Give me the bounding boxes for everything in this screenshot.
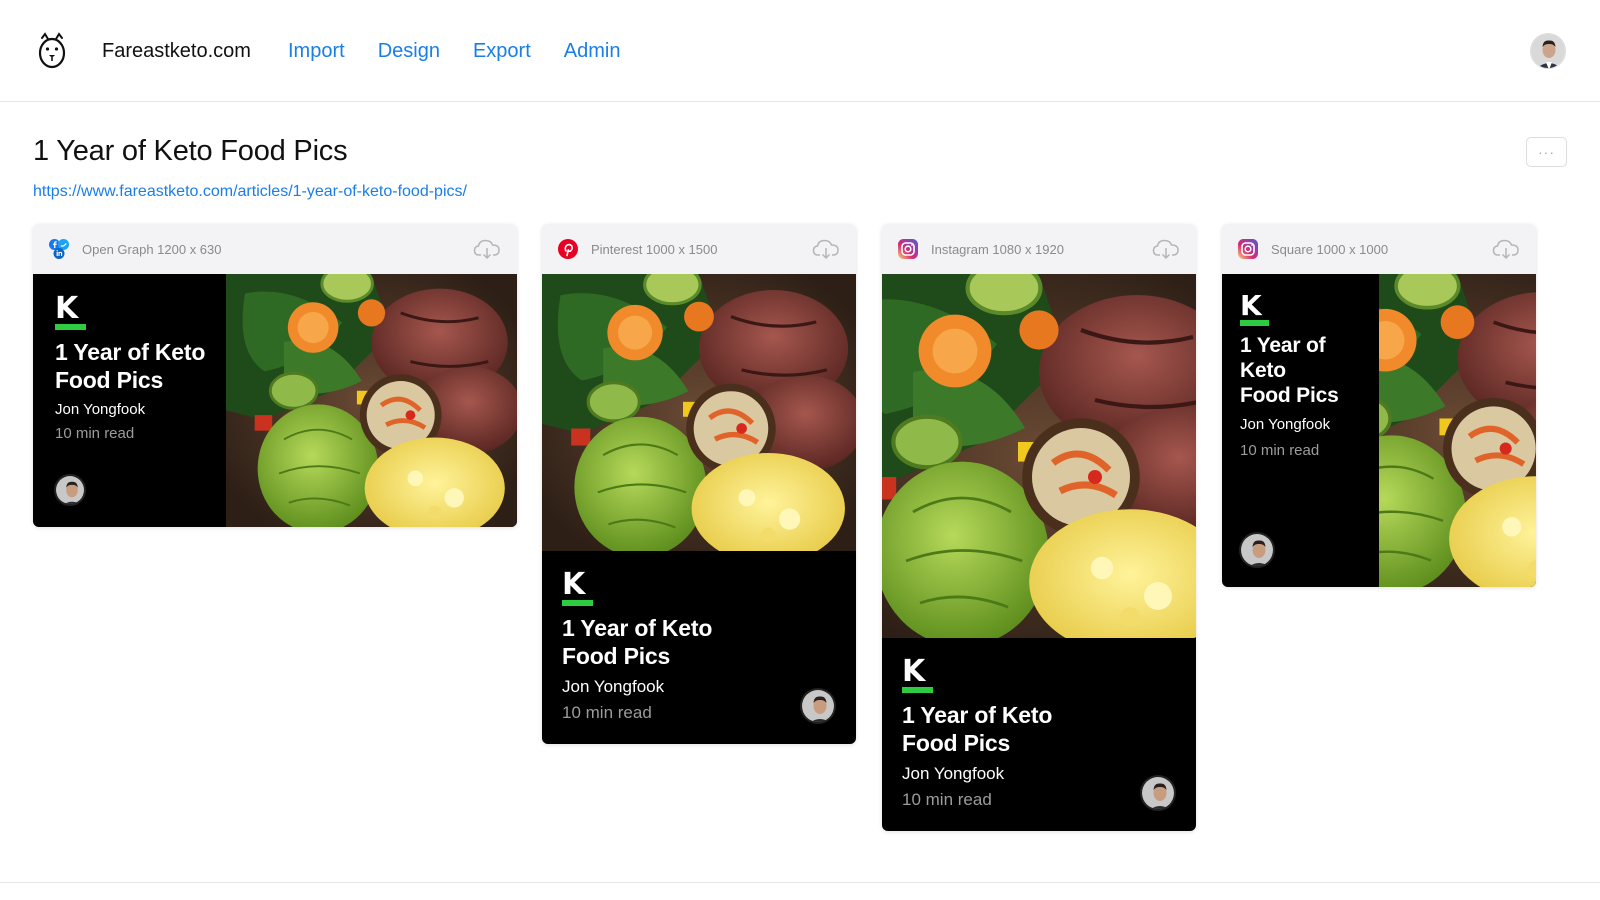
card-author: Jon Yongfook — [1240, 416, 1331, 433]
card-title: 1 Year of Keto Food Pics — [562, 615, 713, 669]
card-header: Instagram 1080 x 1920 — [882, 224, 1196, 274]
social-combo-icon — [48, 238, 70, 260]
brand-k-logo: K — [562, 570, 593, 606]
card-instagram: Instagram 1080 x 1920 K 1 Year of Keto Fo… — [882, 224, 1196, 831]
card-header: Pinterest 1000 x 1500 — [542, 224, 856, 274]
card-read-time: 10 min read — [902, 790, 992, 809]
card-open-graph: Open Graph 1200 x 630 K 1 Year of Keto Fo… — [33, 224, 517, 527]
nav-import[interactable]: Import — [288, 40, 345, 63]
card-preview[interactable]: K 1 Year of Keto Food Pics Jon Yongfook 10… — [1222, 274, 1536, 587]
top-navigation-bar: Fareastketo.com Import Design Export Adm… — [0, 0, 1600, 102]
download-cloud-icon[interactable] — [1152, 237, 1180, 261]
footer-divider — [0, 882, 1600, 883]
format-label: Square 1000 x 1000 — [1271, 241, 1389, 257]
card-author: Jon Yongfook — [55, 401, 146, 418]
ellipsis-icon: ··· — [1538, 144, 1555, 160]
download-cloud-icon[interactable] — [812, 237, 840, 261]
card-preview[interactable]: K 1 Year of Keto Food Pics Jon Yongfook 1… — [882, 274, 1196, 831]
card-pinterest: Pinterest 1000 x 1500 K 1 Year of Keto Fo… — [542, 224, 856, 744]
user-avatar[interactable] — [1530, 33, 1566, 69]
instagram-icon — [1237, 238, 1259, 260]
bear-logo-icon[interactable] — [36, 32, 68, 70]
format-label: Instagram 1080 x 1920 — [931, 241, 1064, 257]
brand-k-logo: K — [902, 657, 933, 693]
brand-k-logo: K — [55, 294, 86, 330]
more-options-button[interactable]: ··· — [1526, 137, 1567, 167]
card-preview[interactable]: K 1 Year of Keto Food Pics Jon Yongfook 1… — [542, 274, 856, 744]
card-title: 1 Year of Keto Food Pics — [1240, 334, 1339, 407]
card-square: Square 1000 x 1000 K 1 Year of Keto Food P… — [1222, 224, 1536, 587]
food-photo — [542, 274, 856, 551]
author-avatar — [1239, 532, 1275, 568]
card-title: 1 Year of Keto Food Pics — [55, 339, 206, 393]
author-avatar — [800, 688, 836, 724]
format-label: Open Graph 1200 x 630 — [82, 241, 222, 257]
site-name[interactable]: Fareastketo.com — [102, 40, 251, 63]
food-photo — [1379, 274, 1536, 587]
card-read-time: 10 min read — [1240, 442, 1320, 459]
author-avatar — [1140, 775, 1176, 811]
card-author: Jon Yongfook — [902, 764, 1005, 783]
card-read-time: 10 min read — [562, 703, 652, 722]
card-author: Jon Yongfook — [562, 677, 665, 696]
download-cloud-icon[interactable] — [473, 237, 501, 261]
card-read-time: 10 min read — [55, 425, 135, 442]
card-title: 1 Year of Keto Food Pics — [902, 702, 1053, 756]
author-avatar — [54, 474, 86, 506]
download-cloud-icon[interactable] — [1492, 237, 1520, 261]
card-header: Square 1000 x 1000 — [1222, 224, 1536, 274]
food-photo — [882, 274, 1196, 638]
nav-design[interactable]: Design — [378, 40, 440, 63]
card-header: Open Graph 1200 x 630 — [33, 224, 517, 274]
food-photo — [226, 274, 517, 527]
card-preview[interactable]: K 1 Year of Keto Food Pics Jon Yongfook 1… — [33, 274, 517, 527]
instagram-icon — [897, 238, 919, 260]
nav-export[interactable]: Export — [473, 40, 531, 63]
nav-admin[interactable]: Admin — [564, 40, 621, 63]
brand-k-logo: K — [1240, 292, 1269, 326]
article-url-link[interactable]: https://www.fareastketo.com/articles/1-y… — [33, 183, 467, 201]
page-title: 1 Year of Keto Food Pics — [33, 135, 348, 167]
pinterest-icon — [557, 238, 579, 260]
main-nav: Import Design Export Admin — [288, 40, 620, 63]
format-label: Pinterest 1000 x 1500 — [591, 241, 718, 257]
